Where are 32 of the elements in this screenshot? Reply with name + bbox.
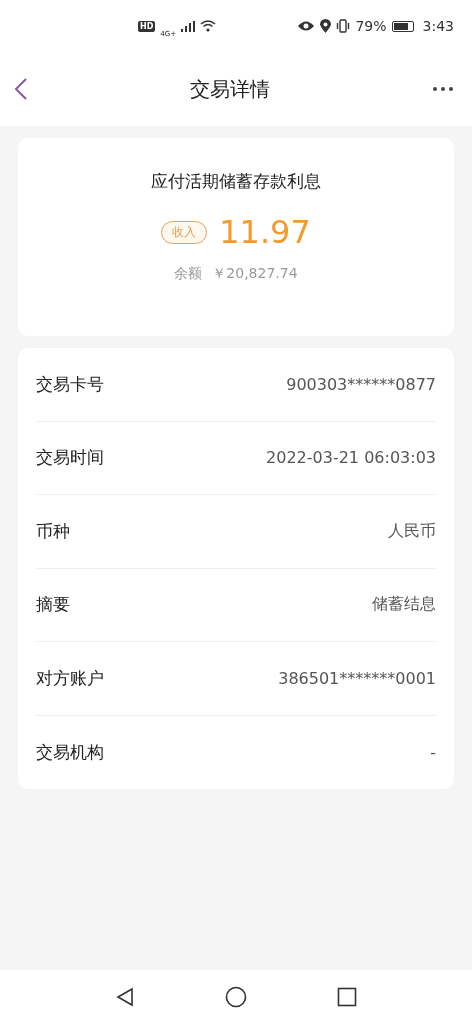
- signal-icon: [181, 20, 196, 32]
- balance-label: 余额: [174, 265, 203, 283]
- field-label: 交易机构: [36, 740, 104, 764]
- battery-icon: [391, 20, 414, 32]
- back-nav-icon[interactable]: [115, 987, 135, 1007]
- eye-icon: [297, 20, 316, 32]
- vibrate-icon: [336, 19, 351, 33]
- recents-nav-icon[interactable]: [337, 987, 357, 1007]
- field-label: 摘要: [36, 593, 70, 617]
- battery-percent: 79%: [355, 18, 387, 34]
- location-icon: [320, 19, 332, 33]
- income-tag: 收入: [161, 220, 208, 244]
- field-value: -: [430, 742, 436, 762]
- amount: 11.97: [219, 213, 311, 251]
- balance-value: ￥20,827.74: [212, 265, 298, 283]
- field-value: 2022-03-21 06:03:03: [266, 448, 436, 468]
- field-value: 储蓄结息: [372, 594, 436, 616]
- more-icon[interactable]: [432, 86, 454, 92]
- field-label: 对方账户: [36, 666, 104, 690]
- clock-time: 3:43: [422, 18, 454, 34]
- field-label: 交易时间: [36, 446, 104, 470]
- back-icon[interactable]: [14, 77, 28, 101]
- home-nav-icon[interactable]: [225, 986, 247, 1008]
- field-value: 人民币: [388, 520, 436, 542]
- page-title: 交易详情: [190, 75, 270, 103]
- wifi-icon: [200, 20, 217, 32]
- transaction-title: 应付活期储蓄存款利息: [151, 170, 321, 193]
- field-label: 交易卡号: [36, 372, 104, 396]
- field-value: 386501*******0001: [278, 668, 436, 688]
- field-label: 币种: [36, 519, 70, 543]
- field-value: 900303******0877: [286, 374, 436, 394]
- hd-indicator: HD: [138, 20, 156, 32]
